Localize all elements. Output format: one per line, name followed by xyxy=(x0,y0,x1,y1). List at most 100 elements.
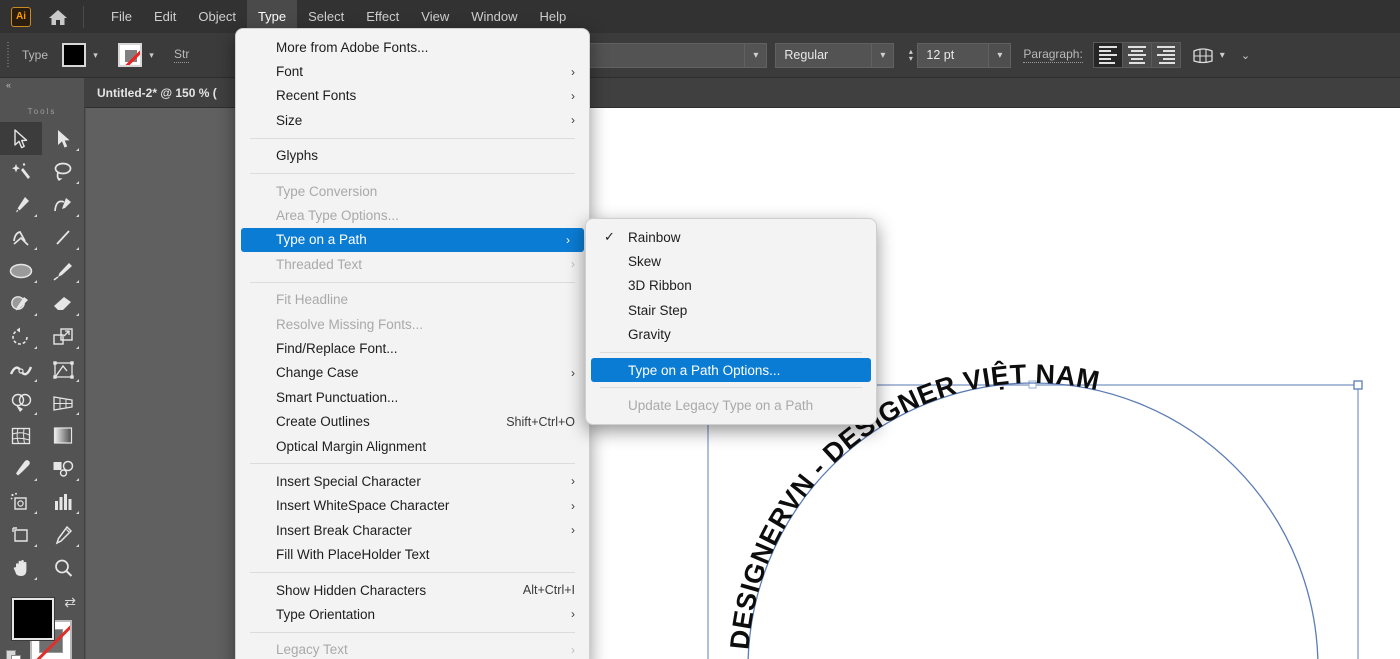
submenu-item-3d-ribbon[interactable]: 3D Ribbon xyxy=(586,274,876,298)
line-segment-tool[interactable] xyxy=(42,221,84,254)
fill-swatch[interactable] xyxy=(62,43,87,67)
control-bar: Type ▾ ▾ Str › Character: ▾ Myriad Pro ▾… xyxy=(0,33,1400,78)
chevron-right-icon: › xyxy=(571,257,575,272)
stroke-chevron-down-icon[interactable]: ▾ xyxy=(143,43,160,67)
chevron-right-icon: › xyxy=(566,232,570,247)
eyedropper-tool[interactable] xyxy=(0,452,42,485)
menu-separator xyxy=(250,137,575,139)
warp-chevron-down-icon[interactable]: ▾ xyxy=(1220,50,1225,61)
font-family-chevron-down-icon[interactable]: ▾ xyxy=(744,43,766,67)
curvature-tool[interactable] xyxy=(42,188,84,221)
type-on-a-path-submenu[interactable]: ✓ Rainbow Skew 3D Ribbon Stair Step Grav… xyxy=(585,218,877,425)
chevron-right-icon: › xyxy=(571,607,575,622)
shape-builder-tool[interactable] xyxy=(0,386,42,419)
control-bar-more-icon[interactable]: ⌄ xyxy=(1241,49,1250,62)
menu-item-type-on-a-path[interactable]: Type on a Path › xyxy=(241,227,584,253)
submenu-item-gravity[interactable]: Gravity xyxy=(586,323,876,347)
direct-selection-tool[interactable] xyxy=(42,122,84,155)
menu-item-glyphs[interactable]: Glyphs xyxy=(236,144,589,168)
shaper-tool[interactable] xyxy=(0,287,42,320)
menu-edit[interactable]: Edit xyxy=(143,0,187,33)
submenu-item-type-on-a-path-options[interactable]: Type on a Path Options... xyxy=(591,357,871,383)
swap-fill-stroke-icon[interactable]: ⇄ xyxy=(64,594,76,611)
control-bar-grip[interactable] xyxy=(4,42,12,68)
magic-wand-tool[interactable] xyxy=(0,155,42,188)
slice-tool[interactable] xyxy=(42,518,84,551)
menu-item-insert-special-character[interactable]: Insert Special Character › xyxy=(236,469,589,493)
menu-object[interactable]: Object xyxy=(187,0,247,33)
ellipse-tool[interactable] xyxy=(0,254,42,287)
tools-panel-title: Tools xyxy=(27,107,57,116)
menu-item-legacy-text: Legacy Text › xyxy=(276,642,575,658)
submenu-item-skew[interactable]: Skew xyxy=(586,249,876,273)
free-transform-tool[interactable] xyxy=(42,353,84,386)
blend-tool[interactable] xyxy=(42,452,84,485)
font-size-chevron-down-icon[interactable]: ▾ xyxy=(989,42,1012,68)
menu-item-font[interactable]: Font › xyxy=(236,59,589,83)
font-size-value[interactable]: 12 pt xyxy=(917,42,990,68)
stroke-swatch-group[interactable]: ▾ xyxy=(118,43,160,67)
font-style-field[interactable]: Regular ▾ xyxy=(775,42,895,68)
menu-file[interactable]: File xyxy=(100,0,143,33)
submenu-item-stair-step[interactable]: Stair Step xyxy=(586,298,876,322)
stroke-swatch-none-icon[interactable] xyxy=(118,43,143,67)
menu-item-insert-whitespace-character[interactable]: Insert WhiteSpace Character › xyxy=(236,494,589,518)
font-size-group[interactable]: ▴ ▾ 12 pt ▾ xyxy=(904,42,1012,68)
font-size-stepper-icon[interactable]: ▴ ▾ xyxy=(904,48,917,63)
ai-app-logo-icon: Ai xyxy=(11,6,31,27)
menu-item-change-case[interactable]: Change Case › xyxy=(236,361,589,385)
lasso-tool[interactable] xyxy=(42,155,84,188)
menu-item-threaded-text: Threaded Text › xyxy=(276,256,575,272)
fill-swatch-group[interactable]: ▾ xyxy=(62,43,104,67)
mesh-tool[interactable] xyxy=(0,419,42,452)
type-menu-dropdown[interactable]: More from Adobe Fonts... Font › Recent Fo… xyxy=(235,28,590,659)
submenu-item-rainbow[interactable]: ✓ Rainbow xyxy=(586,225,876,249)
perspective-grid-tool[interactable] xyxy=(42,386,84,419)
menu-item-smart-punctuation[interactable]: Smart Punctuation... xyxy=(236,385,589,409)
column-graph-tool[interactable] xyxy=(42,485,84,518)
submenu-item-update-legacy-type-on-a-path: Update Legacy Type on a Path xyxy=(628,398,814,414)
font-style-value: Regular xyxy=(784,48,829,62)
warp-options-group[interactable]: ▾ xyxy=(1192,46,1225,65)
tools-panel-collapse-icon[interactable]: « xyxy=(0,78,84,104)
default-fill-stroke-icon[interactable] xyxy=(6,650,22,659)
menu-item-resolve-missing-fonts: Resolve Missing Fonts... xyxy=(276,316,424,332)
fill-chevron-down-icon[interactable]: ▾ xyxy=(87,43,104,67)
artboard-tool[interactable] xyxy=(0,518,42,551)
zoom-tool[interactable] xyxy=(42,551,84,584)
menu-item-show-hidden-characters[interactable]: Show Hidden Characters Alt+Ctrl+I xyxy=(236,578,589,602)
pen-tool[interactable] xyxy=(0,188,42,221)
menu-item-insert-break-character[interactable]: Insert Break Character › xyxy=(236,518,589,542)
document-tab-label[interactable]: Untitled-2* @ 150 % ( xyxy=(97,86,217,100)
width-tool[interactable] xyxy=(0,353,42,386)
align-left-icon[interactable] xyxy=(1092,42,1123,68)
menu-item-create-outlines[interactable]: Create Outlines Shift+Ctrl+O xyxy=(236,409,589,433)
menu-item-find-replace-font[interactable]: Find/Replace Font... xyxy=(236,336,589,360)
gradient-tool[interactable] xyxy=(42,419,84,452)
rotate-tool[interactable] xyxy=(0,320,42,353)
selection-tool[interactable] xyxy=(0,122,42,155)
align-center-icon[interactable] xyxy=(1121,42,1152,68)
menu-separator xyxy=(250,281,575,283)
menu-item-recent-fonts[interactable]: Recent Fonts › xyxy=(236,84,589,108)
menu-item-area-type-options: Area Type Options... xyxy=(276,208,399,224)
type-tool[interactable] xyxy=(0,221,42,254)
menu-item-more-from-adobe-fonts[interactable]: More from Adobe Fonts... xyxy=(236,35,589,59)
menu-item-fill-with-placeholder-text[interactable]: Fill With PlaceHolder Text xyxy=(236,542,589,566)
fill-color-box[interactable] xyxy=(11,597,55,641)
paintbrush-tool[interactable] xyxy=(42,254,84,287)
font-style-chevron-down-icon[interactable]: ▾ xyxy=(871,43,893,67)
menu-item-shortcut: Shift+Ctrl+O xyxy=(506,414,575,429)
scale-tool[interactable] xyxy=(42,320,84,353)
menu-item-type-orientation[interactable]: Type Orientation › xyxy=(236,602,589,626)
align-right-icon[interactable] xyxy=(1150,42,1181,68)
symbol-sprayer-tool[interactable] xyxy=(0,485,42,518)
paragraph-align-group xyxy=(1092,42,1181,68)
eraser-tool[interactable] xyxy=(42,287,84,320)
menu-item-size[interactable]: Size › xyxy=(236,108,589,132)
home-icon[interactable] xyxy=(47,7,69,27)
menu-item-optical-margin-alignment[interactable]: Optical Margin Alignment xyxy=(236,434,589,458)
stroke-weight-label: Str xyxy=(174,47,190,63)
illustrator-window: Ai File Edit Object Type Select Effect V… xyxy=(0,0,1400,659)
hand-tool[interactable] xyxy=(0,551,42,584)
